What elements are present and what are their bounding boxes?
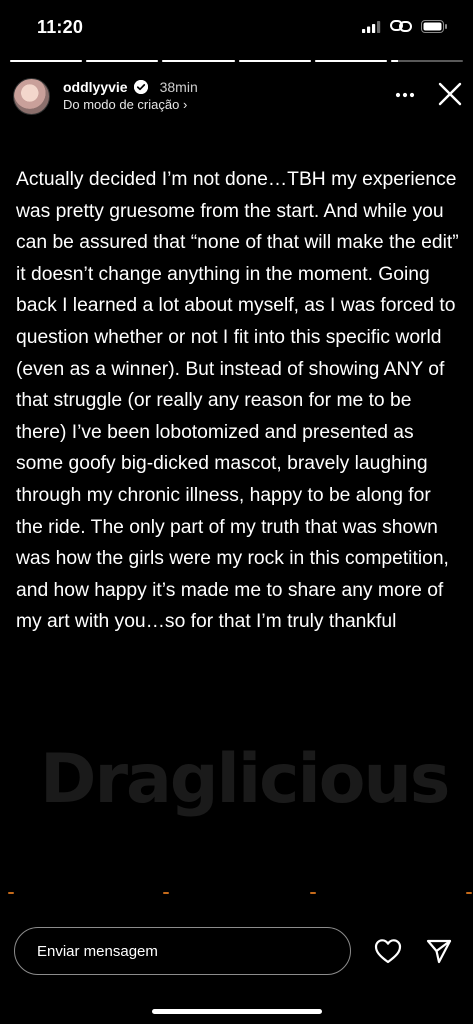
cellular-signal-icon bbox=[362, 20, 381, 38]
watermark-logo: Draglicious bbox=[40, 740, 450, 819]
accent-dot bbox=[8, 892, 14, 894]
progress-segment bbox=[390, 60, 464, 62]
progress-segment bbox=[162, 60, 235, 62]
avatar[interactable] bbox=[13, 78, 50, 115]
story-header: oddlyyvie 38min Do modo de criação › bbox=[0, 74, 473, 124]
close-button[interactable] bbox=[436, 80, 464, 108]
accent-dots bbox=[0, 892, 473, 896]
heart-icon bbox=[373, 939, 403, 970]
accent-dot bbox=[466, 892, 472, 894]
progress-segment bbox=[314, 60, 387, 62]
story-progress-bar bbox=[10, 60, 464, 62]
battery-icon bbox=[421, 19, 448, 38]
send-icon bbox=[424, 939, 454, 970]
creation-mode-link[interactable]: Do modo de criação › bbox=[63, 97, 187, 112]
story-text: Actually decided I’m not done…TBH my exp… bbox=[16, 169, 459, 633]
progress-segment bbox=[10, 60, 83, 62]
link-icon bbox=[390, 19, 412, 38]
username-row: oddlyyvie 38min bbox=[63, 79, 198, 95]
home-indicator bbox=[152, 1009, 322, 1014]
progress-segment bbox=[238, 60, 311, 62]
story-content: Actually decided I’m not done…TBH my exp… bbox=[16, 164, 462, 638]
more-options-button[interactable] bbox=[393, 82, 417, 106]
accent-dot bbox=[163, 892, 169, 894]
more-icon bbox=[395, 85, 415, 103]
send-button[interactable] bbox=[424, 936, 454, 966]
progress-segment bbox=[86, 60, 159, 62]
status-bar: 11:20 bbox=[0, 0, 473, 56]
like-button[interactable] bbox=[373, 936, 403, 966]
post-time: 38min bbox=[159, 79, 198, 95]
verified-badge-icon bbox=[133, 80, 148, 94]
accent-dot bbox=[310, 892, 316, 894]
close-icon bbox=[436, 82, 464, 112]
reply-input[interactable] bbox=[14, 927, 351, 975]
username[interactable]: oddlyyvie bbox=[63, 79, 128, 95]
status-icons bbox=[362, 19, 448, 38]
status-time: 11:20 bbox=[37, 17, 84, 37]
